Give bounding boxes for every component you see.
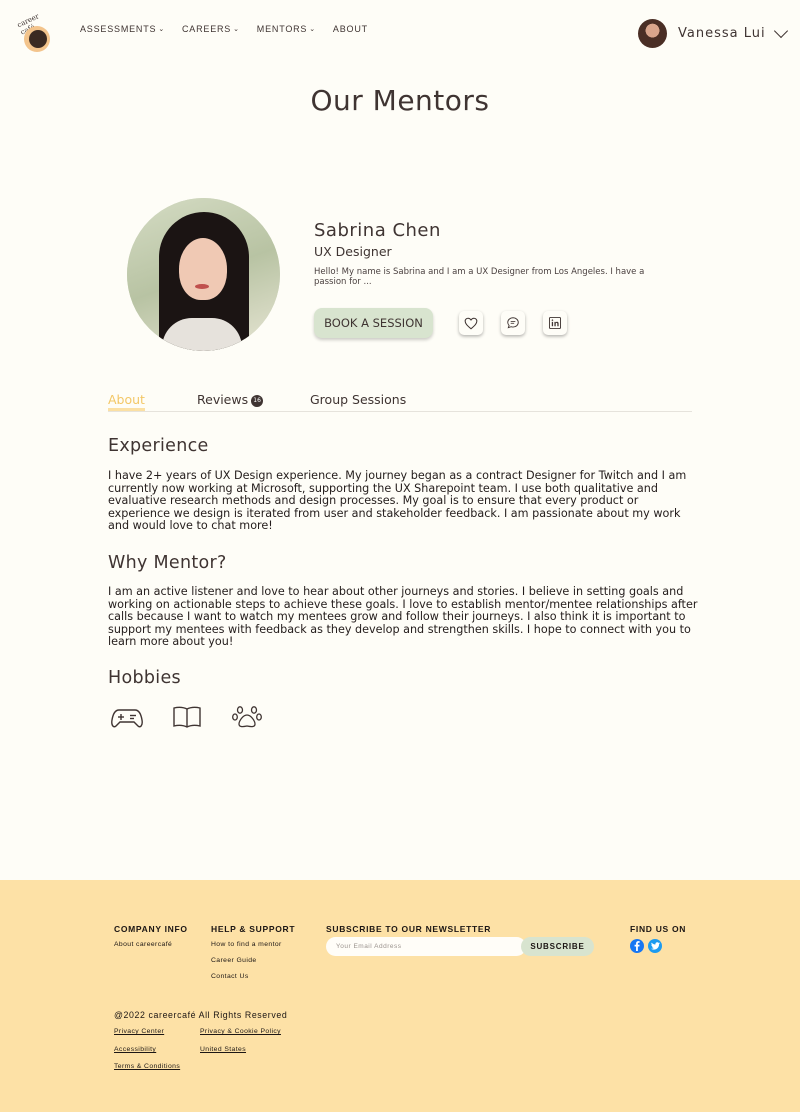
footer-link-region[interactable]: United States: [200, 1046, 246, 1053]
book-icon: [171, 702, 207, 734]
linkedin-button[interactable]: [543, 311, 567, 335]
mentor-role: UX Designer: [314, 244, 392, 259]
mentor-photo: [127, 198, 280, 351]
tab-label: Reviews: [197, 392, 249, 407]
gamepad-icon: [110, 702, 146, 734]
help-support-heading: HELP & SUPPORT: [211, 924, 296, 934]
logo[interactable]: career café: [14, 12, 56, 52]
facebook-icon[interactable]: [630, 939, 644, 953]
copyright: @2022 careercafé All Rights Reserved: [114, 1010, 288, 1020]
twitter-icon[interactable]: [648, 939, 662, 953]
experience-text: I have 2+ years of UX Design experience.…: [108, 469, 687, 532]
nav-label: CAREERS: [182, 24, 232, 34]
nav-label: MENTORS: [256, 24, 308, 34]
avatar[interactable]: [638, 19, 667, 48]
subscribe-button[interactable]: SUBSCRIBE: [521, 937, 594, 956]
email-input[interactable]: Your Email Address: [326, 937, 526, 956]
message-button[interactable]: [501, 311, 525, 335]
tab-reviews[interactable]: Reviews 16: [197, 392, 264, 407]
chat-icon: [507, 317, 519, 329]
footer-link-about[interactable]: About careercafé: [114, 941, 172, 948]
main-nav: ASSESSMENTS ⌄ CAREERS ⌄ MENTORS ⌄ ABOUT: [80, 24, 385, 34]
footer-link-cookie-policy[interactable]: Privacy & Cookie Policy: [200, 1028, 281, 1035]
chevron-down-icon: ⌄: [233, 26, 240, 33]
footer-link-terms[interactable]: Terms & Conditions: [114, 1063, 180, 1070]
tab-about[interactable]: About: [108, 392, 145, 411]
chevron-down-icon[interactable]: [773, 23, 788, 39]
mentor-name: Sabrina Chen: [314, 220, 441, 241]
why-mentor-text: I am an active listener and love to hear…: [108, 585, 698, 648]
nav-label: ABOUT: [332, 24, 368, 34]
company-info-heading: COMPANY INFO: [114, 924, 188, 934]
hobbies-heading: Hobbies: [108, 668, 181, 688]
footer-link-privacy-center[interactable]: Privacy Center: [114, 1028, 164, 1035]
footer-link-career-guide[interactable]: Career Guide: [211, 957, 257, 964]
newsletter-heading: SUBSCRIBE TO OUR NEWSLETTER: [326, 924, 492, 934]
favorite-button[interactable]: [459, 311, 483, 335]
find-us-heading: FIND US ON: [630, 924, 687, 934]
footer-link-find-mentor[interactable]: How to find a mentor: [211, 941, 282, 948]
mentor-blurb: Hello! My name is Sabrina and I am a UX …: [314, 267, 645, 287]
experience-heading: Experience: [108, 436, 209, 456]
why-mentor-heading: Why Mentor?: [108, 553, 227, 573]
user-menu[interactable]: Vanessa Lui: [638, 19, 788, 48]
footer-link-contact[interactable]: Contact Us: [211, 973, 249, 980]
tab-group-sessions[interactable]: Group Sessions: [310, 392, 406, 407]
review-count-badge: 16: [251, 394, 264, 407]
profile-tabs: About Reviews 16 Group Sessions: [108, 392, 692, 412]
header: career café ASSESSMENTS⌄ CAREERS⌄ MENTOR…: [0, 0, 800, 70]
coffee-icon: [29, 30, 47, 48]
page-title: Our Mentors: [310, 84, 490, 117]
footer: [0, 880, 800, 1112]
nav-assessments[interactable]: ASSESSMENTS ⌄: [80, 24, 165, 34]
tab-label: About: [108, 392, 145, 407]
linkedin-icon: [548, 316, 562, 330]
nav-about[interactable]: ABOUT: [333, 24, 368, 34]
paw-icon: [231, 702, 267, 734]
book-session-button[interactable]: BOOK A SESSION: [314, 308, 433, 338]
chevron-down-icon: ⌄: [309, 26, 316, 33]
tab-label: Group Sessions: [310, 392, 407, 407]
nav-label: ASSESSMENTS: [80, 24, 157, 34]
heart-icon: [464, 317, 478, 329]
footer-link-accessibility[interactable]: Accessibility: [114, 1046, 156, 1053]
nav-careers[interactable]: CAREERS ⌄: [182, 24, 240, 34]
user-name: Vanessa Lui: [678, 26, 766, 41]
chevron-down-icon: ⌄: [158, 26, 165, 33]
nav-mentors[interactable]: MENTORS ⌄: [257, 24, 316, 34]
